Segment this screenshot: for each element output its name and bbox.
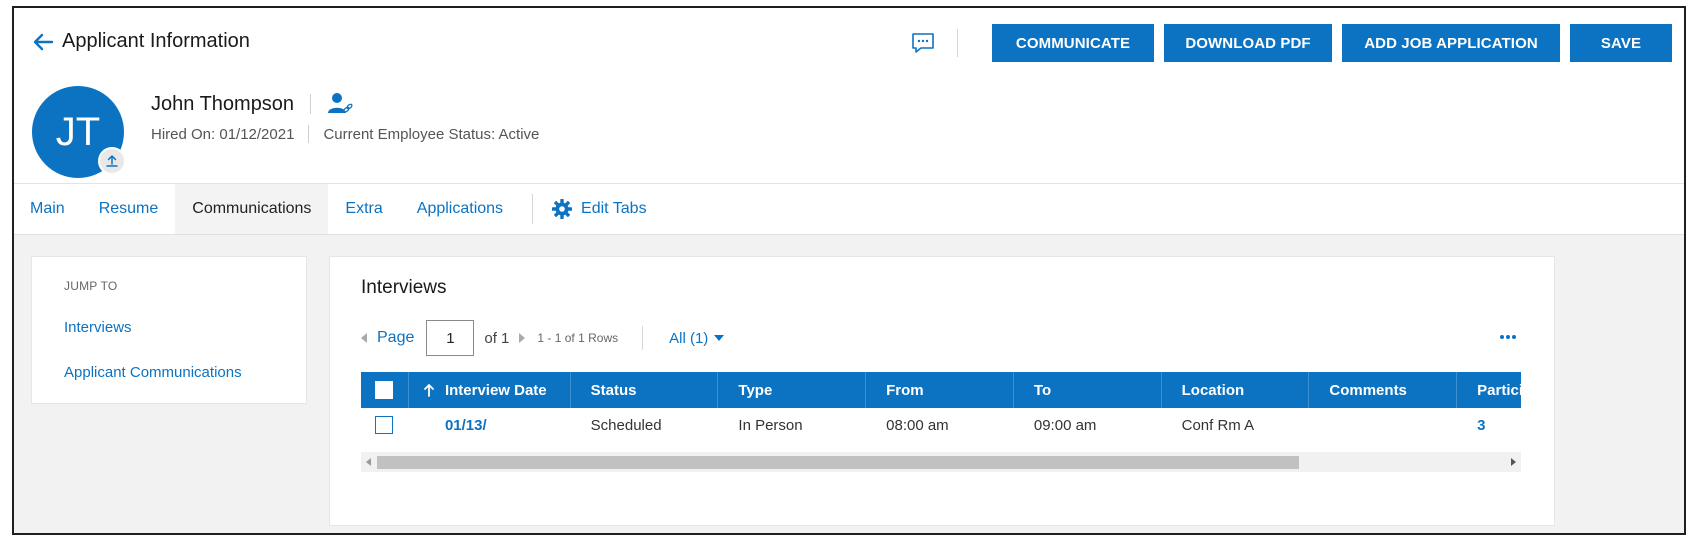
- jump-link-interviews[interactable]: Interviews: [64, 319, 132, 336]
- edit-tabs-button[interactable]: Edit Tabs: [551, 184, 647, 234]
- filter-dropdown[interactable]: All (1): [669, 329, 725, 347]
- download-pdf-button[interactable]: DOWNLOAD PDF: [1164, 24, 1332, 62]
- header-actions: COMMUNICATE DOWNLOAD PDF ADD JOB APPLICA…: [911, 24, 1672, 62]
- column-header-comments[interactable]: Comments: [1309, 372, 1458, 408]
- communicate-button[interactable]: COMMUNICATE: [992, 24, 1154, 62]
- person-link-icon[interactable]: [327, 92, 353, 116]
- select-all-cell: [361, 372, 409, 408]
- add-job-application-button[interactable]: ADD JOB APPLICATION: [1342, 24, 1560, 62]
- page-title: Applicant Information: [62, 30, 250, 52]
- page-number-input[interactable]: 1: [426, 320, 475, 356]
- type-cell: In Person: [738, 416, 803, 434]
- participants-link[interactable]: 3: [1457, 408, 1521, 442]
- jump-link-applicant-communications[interactable]: Applicant Communications: [64, 364, 242, 381]
- jump-to-label: JUMP TO: [64, 279, 118, 293]
- table-row: 01/13/ Scheduled In Person 08:00 am 09:0…: [361, 408, 1521, 442]
- sort-up-icon: [424, 384, 434, 397]
- divider: [308, 125, 310, 143]
- divider: [310, 94, 312, 114]
- scroll-right-icon[interactable]: [1511, 458, 1516, 466]
- page-header: Applicant Information COMMUNICATE DOWNLO…: [14, 8, 1684, 196]
- scrollbar-thumb[interactable]: [377, 456, 1299, 469]
- column-header-status[interactable]: Status: [571, 372, 719, 408]
- interview-date-link[interactable]: 01/13/: [409, 408, 571, 442]
- rows-count: 1 - 1 of 1 Rows: [537, 331, 619, 345]
- applicant-window: Applicant Information COMMUNICATE DOWNLO…: [12, 6, 1686, 535]
- location-cell: Conf Rm A: [1181, 416, 1255, 434]
- column-header-participants[interactable]: Partici: [1457, 372, 1521, 408]
- employee-status: Current Employee Status: Active: [323, 125, 540, 143]
- back-row: Applicant Information: [32, 30, 250, 53]
- tab-bar: Main Resume Communications Extra Applica…: [14, 183, 1684, 235]
- comments-cell: [1309, 408, 1457, 442]
- column-header-to[interactable]: To: [1014, 372, 1162, 408]
- more-icon[interactable]: [1498, 335, 1516, 339]
- row-checkbox[interactable]: [375, 416, 393, 434]
- column-label: Interview Date: [444, 381, 547, 399]
- employee-meta: Hired On: 01/12/2021 Current Employee St…: [151, 125, 539, 143]
- edit-tabs-label: Edit Tabs: [581, 200, 647, 217]
- tab-extra[interactable]: Extra: [328, 184, 399, 234]
- tab-main[interactable]: Main: [14, 184, 82, 234]
- divider: [957, 29, 958, 57]
- to-cell: 09:00 am: [1033, 416, 1097, 434]
- column-header-interview-date[interactable]: Interview Date: [409, 372, 571, 408]
- hired-on: Hired On: 01/12/2021: [151, 125, 295, 143]
- scroll-left-icon[interactable]: [366, 458, 371, 466]
- divider: [532, 194, 534, 224]
- chevron-down-icon: [714, 335, 725, 341]
- content-area: JUMP TO Interviews Applicant Communicati…: [14, 235, 1684, 533]
- divider: [642, 326, 644, 350]
- chat-icon[interactable]: [911, 32, 935, 54]
- interviews-grid: Interview Date Status Type From To Locat…: [361, 372, 1521, 442]
- next-page-icon[interactable]: [519, 333, 526, 343]
- status-cell: Scheduled: [590, 416, 662, 434]
- upload-icon[interactable]: [98, 147, 126, 175]
- tab-resume[interactable]: Resume: [82, 184, 176, 234]
- filter-label: All (1): [669, 329, 709, 347]
- column-header-from[interactable]: From: [866, 372, 1014, 408]
- select-all-checkbox[interactable]: [375, 381, 393, 399]
- employee-name-row: John Thompson: [151, 92, 353, 116]
- page-count: of 1: [484, 329, 510, 347]
- column-header-location[interactable]: Location: [1162, 372, 1310, 408]
- grid-header: Interview Date Status Type From To Locat…: [361, 372, 1521, 408]
- from-cell: 08:00 am: [886, 416, 949, 434]
- column-header-type[interactable]: Type: [718, 372, 867, 408]
- section-title: Interviews: [361, 277, 447, 298]
- tab-applications[interactable]: Applications: [400, 184, 520, 234]
- gear-icon: [552, 199, 573, 219]
- prev-page-icon[interactable]: [361, 333, 367, 343]
- interviews-panel: Interviews Page 1 of 1 1 - 1 of 1 Rows A…: [329, 256, 1555, 526]
- save-button[interactable]: SAVE: [1570, 24, 1672, 62]
- back-arrow-icon[interactable]: [32, 31, 54, 53]
- employee-name: John Thompson: [151, 92, 295, 115]
- jump-to-panel: JUMP TO Interviews Applicant Communicati…: [31, 256, 307, 404]
- row-select-cell: [361, 408, 409, 442]
- tab-communications[interactable]: Communications: [175, 184, 329, 234]
- pager: Page 1 of 1 1 - 1 of 1 Rows All (1): [361, 320, 725, 356]
- page-label: Page: [377, 329, 415, 346]
- horizontal-scrollbar[interactable]: [361, 452, 1521, 472]
